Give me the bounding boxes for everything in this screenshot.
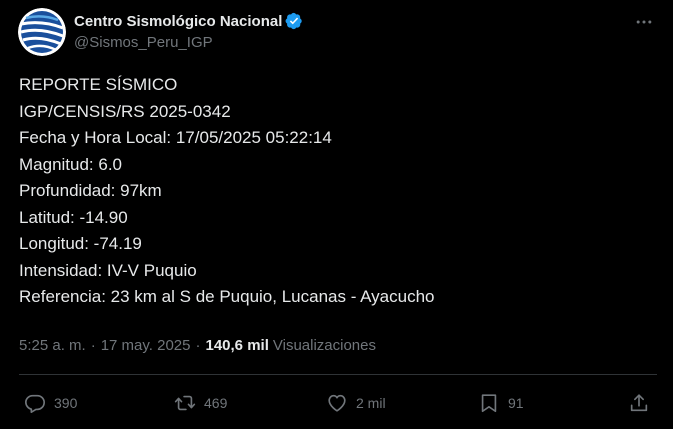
seismic-globe-logo-icon <box>18 8 66 56</box>
tweet-line-magnitude: Magnitud: 6.0 <box>19 154 123 174</box>
tweet-date[interactable]: 17 may. 2025 <box>101 337 191 354</box>
meta-separator: · <box>90 336 96 354</box>
tweet-line-intensity: Intensidad: IV-V Puquio <box>19 260 197 280</box>
bookmark-count: 91 <box>508 395 524 411</box>
bookmark-icon <box>481 394 497 413</box>
views-count[interactable]: 140,6 mil <box>205 337 268 354</box>
reply-icon <box>25 394 45 413</box>
tweet-text: REPORTE SÍSMICO IGP/CENSIS/RS 2025-0342 … <box>19 72 659 311</box>
tweet-line-report-id: IGP/CENSIS/RS 2025-0342 <box>19 101 231 121</box>
share-button[interactable] <box>628 391 650 415</box>
verified-badge-icon[interactable] <box>285 12 303 30</box>
tweet-line-depth: Profundidad: 97km <box>19 181 162 200</box>
divider <box>19 374 657 375</box>
bookmark-button[interactable]: 91 <box>478 391 524 415</box>
more-options-button[interactable] <box>626 8 662 36</box>
views-label: Visualizaciones <box>272 336 376 354</box>
tweet-line-latitude: Latitud: -14.90 <box>19 207 128 227</box>
tweet: Centro Sismológico Nacional @Sismos_Peru… <box>0 0 673 429</box>
name-row: Centro Sismológico Nacional <box>74 11 303 31</box>
more-dots-icon <box>636 20 652 24</box>
share-icon <box>630 394 648 412</box>
reply-button[interactable]: 390 <box>24 391 77 415</box>
author-info: Centro Sismológico Nacional @Sismos_Peru… <box>74 11 303 51</box>
reply-count: 390 <box>54 395 78 411</box>
handle[interactable]: @Sismos_Peru_IGP <box>74 34 303 51</box>
tweet-line-datetime: Fecha y Hora Local: 17/05/2025 05:22:14 <box>19 128 332 147</box>
like-count: 2 mil <box>356 395 386 411</box>
tweet-meta: 5:25 a. m. · 17 may. 2025 · 140,6 mil Vi… <box>19 335 376 355</box>
retweet-button[interactable]: 469 <box>174 391 227 415</box>
retweet-count: 469 <box>204 395 228 411</box>
retweet-icon <box>174 395 196 411</box>
tweet-line-longitude: Longitud: -74.19 <box>19 234 142 253</box>
heart-icon <box>328 394 346 412</box>
meta-separator: · <box>195 336 201 354</box>
like-button[interactable]: 2 mil <box>326 391 386 415</box>
tweet-line-reference: Referencia: 23 km al S de Puquio, Lucana… <box>19 287 435 306</box>
display-name[interactable]: Centro Sismológico Nacional <box>74 13 282 30</box>
avatar[interactable] <box>18 8 66 56</box>
tweet-line-title: REPORTE SÍSMICO <box>19 75 178 94</box>
tweet-time[interactable]: 5:25 a. m. <box>19 337 86 354</box>
